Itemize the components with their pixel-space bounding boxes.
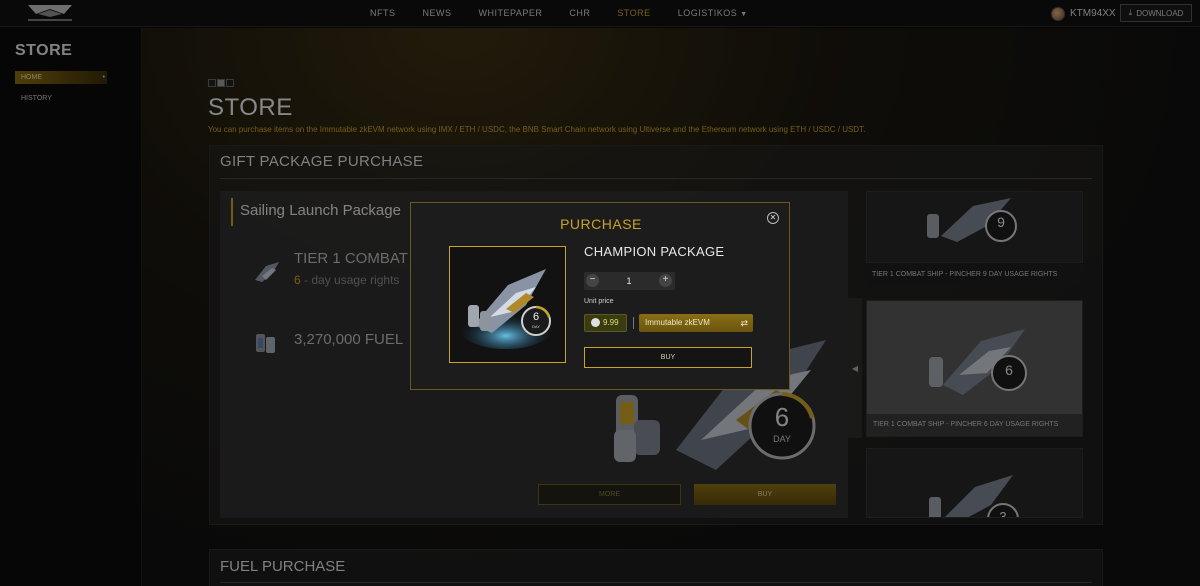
divider [633,317,634,329]
close-icon[interactable]: ✕ [767,212,779,224]
modal-day-number: 6 [532,311,540,323]
minus-icon[interactable]: − [586,274,599,287]
swap-icon: ⇄ [740,318,748,328]
network-selector[interactable]: Immutable zkEVM ⇄ [639,314,753,332]
quantity-stepper: − 1 + [584,272,675,290]
unit-price-label: Unit price [584,298,614,305]
package-title: CHAMPION PACKAGE [584,244,725,259]
quantity-input[interactable]: 1 [604,272,654,290]
modal-buy-button[interactable]: BUY [584,347,752,368]
ship-thumbnail [458,269,554,349]
network-label: Immutable zkEVM [645,318,710,327]
modal-day-label: DAY [532,324,540,329]
price-badge: 9.99 [584,314,627,332]
package-image: 6 DAY [449,246,566,363]
token-icon [591,318,600,327]
plus-icon[interactable]: + [659,274,672,287]
purchase-modal: PURCHASE ✕ 6 DAY CHAMPION PACKAGE − 1 + [410,202,790,390]
modal-title: PURCHASE [560,216,642,232]
price-value: 9.99 [603,318,619,327]
